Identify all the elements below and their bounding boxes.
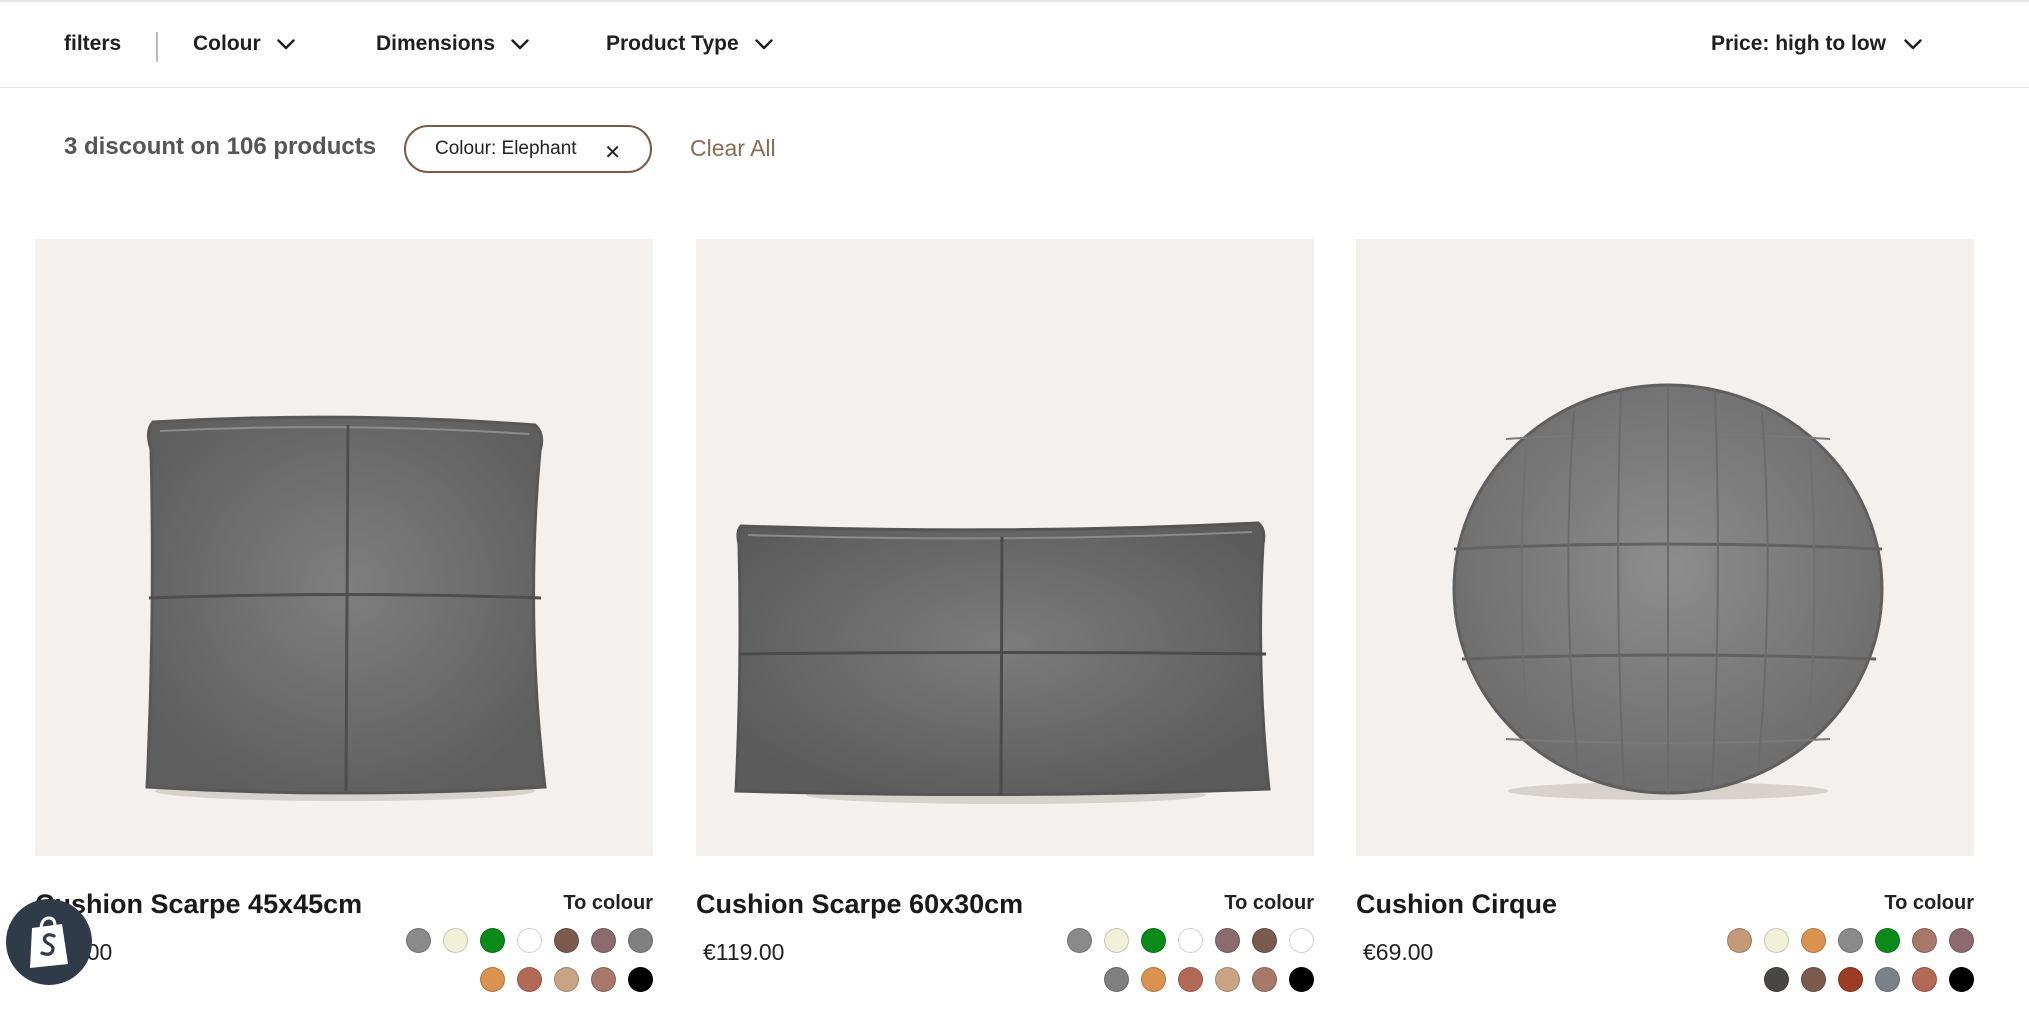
colour-swatch[interactable] [591,928,616,953]
colour-swatch[interactable] [628,967,653,992]
sort-label: Price: high to low [1711,32,1887,55]
swatch-row [1104,967,1314,992]
colour-swatch[interactable] [480,967,505,992]
colour-swatch[interactable] [554,967,579,992]
colour-swatch[interactable] [1289,928,1314,953]
dimensions-filter-dropdown[interactable]: Dimensions [376,32,529,56]
swatch-row [1067,928,1314,953]
square-cushion-image [145,415,547,801]
to-colour-label: To colour [1224,892,1314,914]
colour-swatch[interactable] [1141,928,1166,953]
colour-swatch[interactable] [1949,967,1974,992]
dimensions-filter-label: Dimensions [376,32,496,55]
colour-filter-label: Colour [193,32,261,55]
swatch-row [1727,928,1974,953]
colour-swatch[interactable] [1141,967,1166,992]
filter-separator [156,32,158,62]
chevron-down-icon [754,38,773,49]
swatch-row [480,967,653,992]
close-icon[interactable]: ✕ [604,140,621,165]
product-card[interactable]: Cushion Scarpe 45x45cm €89.00 To colour [35,239,653,999]
colour-swatch[interactable] [443,928,468,953]
product-name[interactable]: Cushion Scarpe 60x30cm [696,889,1023,920]
results-summary: 3 discount on 106 products [64,133,377,160]
to-colour-label: To colour [563,892,653,914]
colour-swatch[interactable] [1875,967,1900,992]
product-price: €119.00 [703,939,785,965]
product-type-filter-dropdown[interactable]: Product Type [606,32,773,56]
colour-swatch[interactable] [591,967,616,992]
colour-swatch[interactable] [1838,967,1863,992]
colour-swatch[interactable] [1838,928,1863,953]
chevron-down-icon [1904,38,1922,49]
colour-swatch[interactable] [1067,928,1092,953]
colour-swatch[interactable] [1104,928,1129,953]
swatch-row [1764,967,1974,992]
colour-swatch[interactable] [1949,928,1974,953]
colour-swatch[interactable] [1215,967,1240,992]
colour-swatch[interactable] [1801,928,1826,953]
colour-swatch[interactable] [1178,928,1203,953]
colour-filter-dropdown[interactable]: Colour [193,32,295,56]
colour-swatch[interactable] [1764,928,1789,953]
colour-swatch[interactable] [554,928,579,953]
product-price: €69.00 [1363,939,1434,965]
colour-swatch[interactable] [1104,967,1129,992]
clear-all-link[interactable]: Clear All [690,135,776,162]
colour-swatch[interactable] [1178,967,1203,992]
colour-swatch[interactable] [1912,967,1937,992]
chevron-down-icon [511,38,529,49]
shopify-icon [30,916,68,968]
colour-swatch[interactable] [1875,928,1900,953]
filters-label[interactable]: filters [64,32,121,56]
product-type-filter-label: Product Type [606,32,739,55]
swatch-row [406,928,653,953]
colour-swatch[interactable] [1801,967,1826,992]
rectangular-cushion-image [734,521,1271,804]
colour-swatch[interactable] [1764,967,1789,992]
product-card[interactable]: Cushion Scarpe 60x30cm €119.00 To colour [696,239,1314,999]
colour-swatch[interactable] [1289,967,1314,992]
colour-swatch[interactable] [406,928,431,953]
chevron-down-icon [276,38,295,49]
product-image[interactable] [1356,239,1974,856]
product-image[interactable] [696,239,1314,856]
colour-swatch[interactable] [628,928,653,953]
colour-swatch[interactable] [1215,928,1240,953]
colour-swatch[interactable] [517,928,542,953]
colour-swatch[interactable] [1252,928,1277,953]
product-name[interactable]: Cushion Cirque [1356,889,1557,920]
colour-swatch[interactable] [1727,928,1752,953]
to-colour-label: To colour [1884,892,1974,914]
shopify-badge[interactable] [6,899,92,985]
product-card[interactable]: Cushion Cirque €69.00 To colour [1356,239,1974,999]
colour-swatch[interactable] [1252,967,1277,992]
colour-swatch[interactable] [517,967,542,992]
round-cushion-image [1452,383,1884,800]
active-filter-chip[interactable]: Colour: Elephant ✕ [404,125,652,173]
active-filter-label: Colour: Elephant [435,138,577,159]
filter-bar: filters Colour Dimensions Product Type P… [0,2,2029,88]
colour-swatch[interactable] [480,928,505,953]
product-image[interactable] [35,239,653,856]
product-name[interactable]: Cushion Scarpe 45x45cm [35,889,362,920]
sort-dropdown[interactable]: Price: high to low [1711,32,1922,56]
colour-swatch[interactable] [1912,928,1937,953]
